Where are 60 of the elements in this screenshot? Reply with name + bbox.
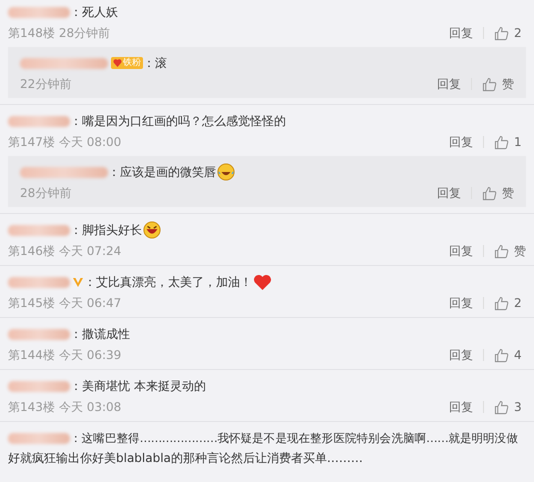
- blurred-username: [8, 328, 70, 340]
- heart-icon: [253, 274, 272, 290]
- thumbs-up-icon[interactable]: [482, 76, 497, 92]
- reply-time: 28分钟前: [20, 184, 72, 202]
- comment-text: ：死人妖: [70, 4, 118, 21]
- thumbs-up-icon[interactable]: [494, 296, 509, 310]
- reply-time: 22分钟前: [20, 76, 72, 92]
- blurred-username: [8, 380, 70, 392]
- comment-text: ：美商堪忧 本来挺灵动的: [70, 378, 206, 395]
- blurred-username: [8, 432, 70, 444]
- comment-text: ：撒谎成性: [70, 326, 130, 343]
- reply-text: ：滚: [143, 55, 167, 72]
- floor-number: 第146楼: [8, 242, 55, 260]
- reply-link[interactable]: 回复: [449, 294, 473, 312]
- like-count[interactable]: 2: [514, 26, 526, 40]
- thumbs-up-icon[interactable]: [482, 186, 497, 200]
- blurred-username: [8, 6, 70, 18]
- like-count[interactable]: 赞: [502, 76, 514, 92]
- blurred-username: [8, 224, 70, 236]
- like-count[interactable]: 赞: [502, 184, 514, 202]
- fan-badge: 铁粉: [111, 57, 143, 69]
- like-count[interactable]: 1: [514, 135, 526, 149]
- comment-time: 今天 07:24: [58, 242, 122, 260]
- floor-number: 第143楼: [8, 398, 55, 416]
- like-count[interactable]: 4: [514, 348, 526, 362]
- crying-laughing-emoji-icon: [217, 163, 235, 181]
- thumbs-up-icon[interactable]: [494, 244, 509, 258]
- reply-link[interactable]: 回复: [449, 242, 473, 260]
- comment-time: 今天 03:08: [58, 398, 122, 416]
- comment-time: 今天 06:47: [58, 294, 122, 312]
- reply-link[interactable]: 回复: [437, 184, 461, 202]
- comment-text: 好就疯狂输出你好美blablabla的那种言论然后让消费者买单………: [8, 450, 364, 467]
- thumbs-up-icon[interactable]: [494, 348, 509, 362]
- floor-number: 第145楼: [8, 294, 55, 312]
- comment-text: ：嘴是因为口红画的吗？怎么感觉怪怪的: [70, 113, 286, 130]
- reply-link[interactable]: 回复: [449, 134, 473, 150]
- like-count[interactable]: 2: [514, 296, 526, 310]
- thumbs-up-icon[interactable]: [494, 26, 509, 40]
- comment-text: ：这嘴巴整得…………………我怀疑是不是现在整形医院特别会洗脑啊……就是明明没做: [70, 430, 518, 447]
- floor-number: 第144楼: [8, 346, 55, 364]
- comment-text: ：脚指头好长: [70, 222, 142, 239]
- thumbs-up-icon[interactable]: [494, 134, 509, 150]
- blurred-username: [8, 116, 70, 126]
- blurred-username: [8, 276, 70, 288]
- reply-link[interactable]: 回复: [437, 76, 461, 92]
- reply-text: ：应该是画的微笑唇: [108, 164, 216, 181]
- like-count[interactable]: 3: [514, 400, 526, 414]
- reply-link[interactable]: 回复: [449, 346, 473, 364]
- floor-number: 第147楼: [8, 134, 55, 150]
- reply-link[interactable]: 回复: [449, 398, 473, 416]
- floor-number: 第148楼: [8, 24, 55, 42]
- fan-badge-icon: [113, 58, 122, 68]
- like-count[interactable]: 赞: [514, 242, 526, 260]
- comment-time: 今天 08:00: [58, 134, 122, 150]
- thumbs-up-icon[interactable]: [494, 400, 509, 414]
- comment-time: 今天 06:39: [58, 346, 122, 364]
- comment-time: 28分钟前: [58, 24, 110, 42]
- laughing-emoji-icon: [143, 221, 161, 239]
- comment-text: ：艾比真漂亮，太美了，加油！: [84, 274, 252, 291]
- reply-link[interactable]: 回复: [449, 24, 473, 42]
